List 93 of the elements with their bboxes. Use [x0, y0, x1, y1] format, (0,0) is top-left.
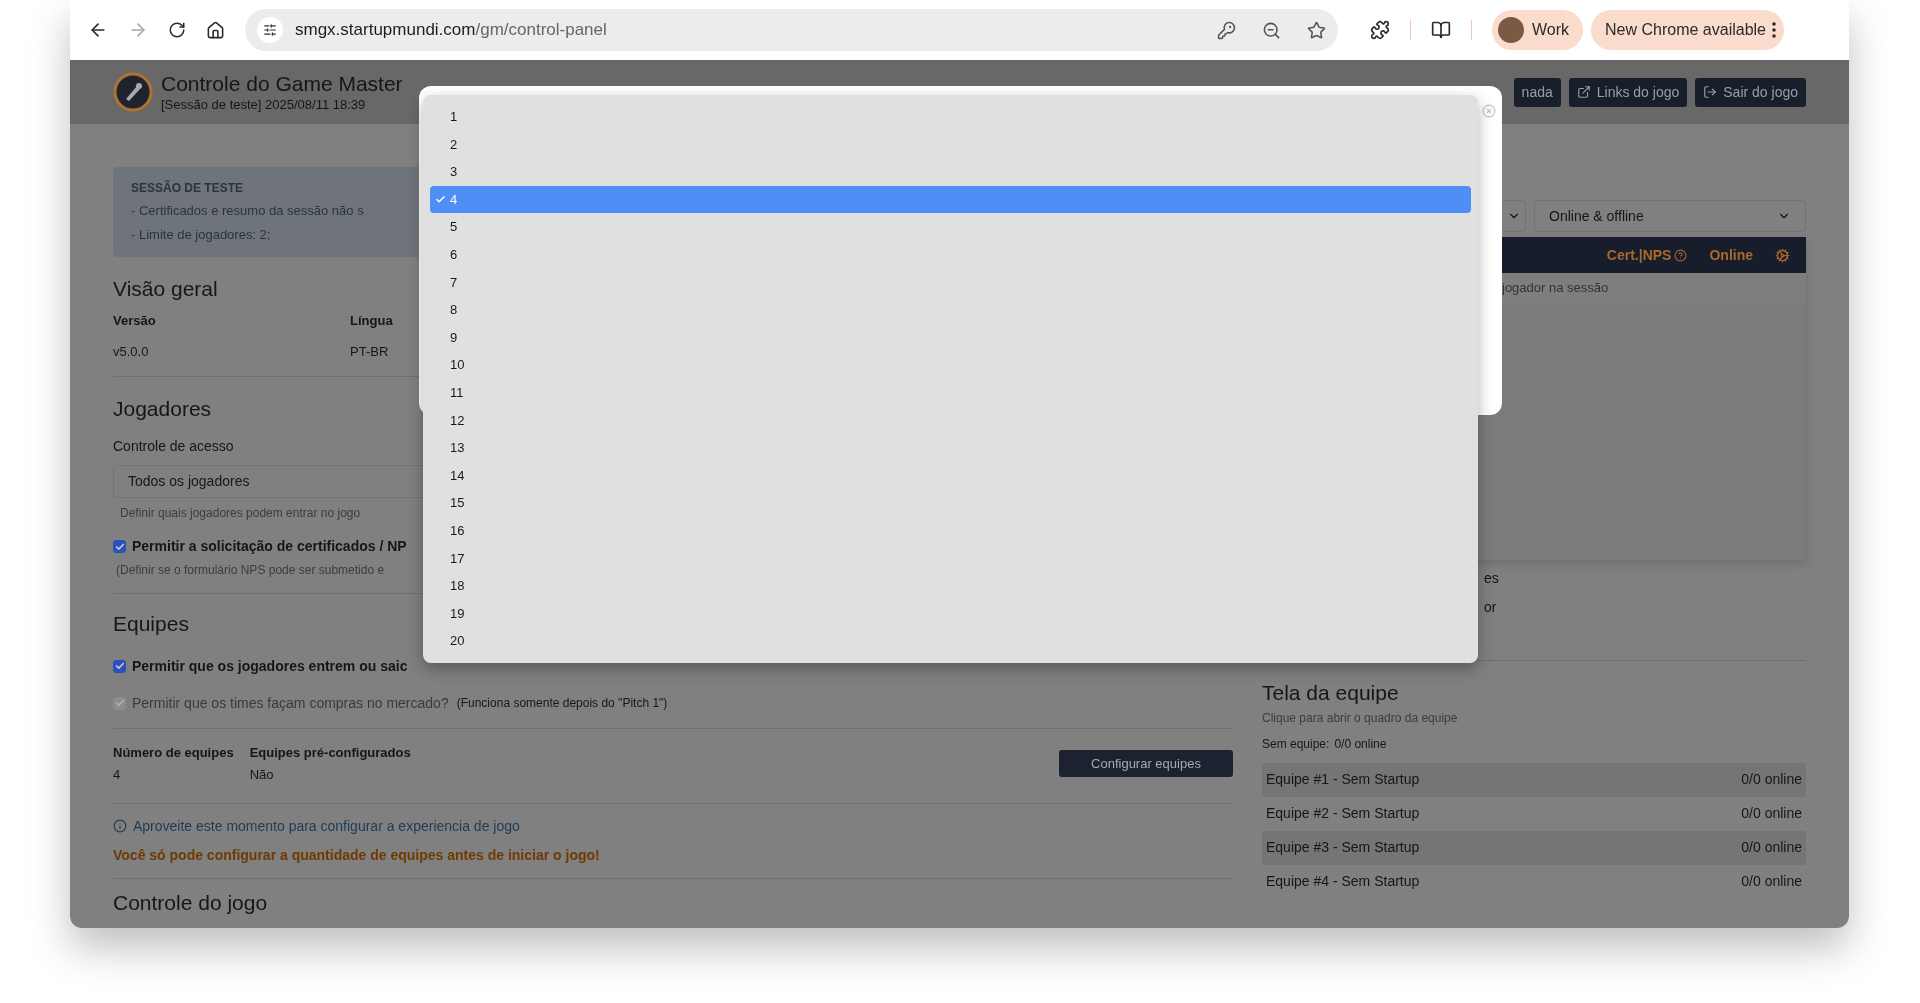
header-button[interactable]: Sair do jogo	[1695, 77, 1806, 107]
dropdown-option[interactable]: 11	[430, 378, 1471, 407]
header-button[interactable]: nada	[1513, 77, 1561, 107]
team-row[interactable]: Equipe #1 - Sem Startup 0/0 online	[1262, 762, 1806, 797]
dropdown-option[interactable]: 3	[430, 158, 1471, 186]
team-status: 0/0 online	[1741, 804, 1802, 823]
reload-icon[interactable]	[168, 21, 186, 39]
avatar-icon	[1498, 17, 1524, 43]
checkbox-label: Permitir a solicitação de certificados / NP	[132, 537, 407, 556]
option-note: (Funciona somente depois do "Pitch 1")	[456, 695, 668, 712]
section-heading: Equipes	[113, 611, 189, 637]
status-filter-select[interactable]: Online & offline	[1534, 200, 1806, 232]
dropdown-option[interactable]: 18	[430, 572, 1471, 600]
menu-icon	[1772, 22, 1776, 38]
checkbox[interactable]	[113, 659, 126, 673]
team-row[interactable]: Equipe #4 - Sem Startup 0/0 online	[1262, 864, 1806, 899]
field-value: PT-BR	[350, 343, 390, 361]
section-heading: Visão geral	[113, 276, 218, 302]
notice-line: - Limite de jogadores: 2;	[131, 225, 271, 244]
text-fragment: or	[1484, 598, 1497, 617]
no-team-label: Sem equipe:	[1262, 735, 1330, 753]
site-settings-icon[interactable]	[257, 17, 283, 43]
field-label: Versão	[113, 311, 157, 330]
team-row[interactable]: Equipe #2 - Sem Startup 0/0 online	[1262, 796, 1806, 831]
external-link-icon	[1576, 85, 1591, 99]
section-heading: Jogadores	[113, 395, 212, 422]
field-label: Número de equipes	[113, 743, 234, 762]
no-team-status: 0/0 online	[1334, 735, 1387, 753]
emblem-icon	[113, 72, 153, 112]
configure-teams-button[interactable]: Configurar equipes	[1059, 750, 1233, 777]
field-value: v5.0.0	[113, 343, 150, 361]
dropdown-option[interactable]: 12	[430, 406, 1471, 435]
info-icon	[113, 819, 127, 833]
dropdown-option[interactable]: 6	[430, 240, 1471, 269]
dropdown-option[interactable]: 14	[430, 461, 1471, 490]
dropdown-option[interactable]: 2	[430, 130, 1471, 159]
extensions-icon[interactable]	[1370, 20, 1390, 40]
profile-button[interactable]: Work	[1492, 10, 1584, 50]
settings-icon[interactable]	[1775, 247, 1790, 263]
text-fragment: es	[1484, 569, 1499, 588]
field-value: Não	[249, 766, 275, 784]
notice-line: - Certificados e resumo da sessão não s	[131, 202, 364, 220]
checkbox-label: Permitir que os times façam compras no mercado?	[132, 693, 449, 713]
column-header: Cert.|NPS	[1606, 244, 1688, 266]
dropdown-option[interactable]: 8	[430, 296, 1471, 324]
team-status: 0/0 online	[1741, 838, 1802, 857]
team-name: Equipe #1 - Sem Startup	[1266, 770, 1420, 789]
url-text: smgx.startupmundi.com/gm/control-panel	[295, 19, 607, 42]
checkbox[interactable]	[113, 540, 126, 553]
zoom-out-icon[interactable]	[1262, 20, 1281, 40]
team-status: 0/0 online	[1741, 770, 1802, 789]
page-title: Controle do Game Master	[161, 70, 403, 97]
field-label: Língua	[350, 311, 394, 330]
update-button[interactable]: New Chrome available	[1591, 10, 1784, 50]
warning-text: Você só pode configurar a quantidade de equipes antes de iniciar o jogo!	[113, 845, 600, 865]
field-label: Controle de acesso	[113, 437, 234, 456]
empty-table-text: jogador na sessão	[1502, 279, 1609, 298]
section-heading: Tela da equipe	[1262, 680, 1399, 706]
home-icon[interactable]	[206, 20, 225, 40]
dropdown-option[interactable]: 17	[430, 544, 1471, 573]
team-name: Equipe #2 - Sem Startup	[1266, 804, 1420, 823]
section-heading: Controle do jogo	[113, 889, 268, 916]
dropdown-option[interactable]: 1	[430, 103, 1471, 131]
dropdown-option[interactable]: 16	[430, 516, 1471, 545]
dropdown-option[interactable]: 19	[430, 599, 1471, 628]
bookmark-star-icon[interactable]	[1307, 20, 1326, 40]
info-text: Aproveite este momento para configurar a experiencia de jogo	[133, 816, 520, 836]
section-subtitle: Clique para abrir o quadro da equipe	[1262, 709, 1458, 727]
field-value: 4	[113, 766, 122, 784]
dropdown-option[interactable]: 20	[430, 627, 1471, 655]
dropdown-option[interactable]: 13	[430, 434, 1471, 462]
dropdown-option[interactable]: 7	[430, 268, 1471, 297]
dropdown-option[interactable]: 10	[430, 351, 1471, 379]
team-name: Equipe #3 - Sem Startup	[1266, 838, 1420, 857]
team-row[interactable]: Equipe #3 - Sem Startup 0/0 online	[1262, 830, 1806, 865]
exit-icon	[1703, 85, 1718, 99]
checkbox-label: Permitir que os jogadores entrem ou saic	[132, 656, 408, 676]
team-name: Equipe #4 - Sem Startup	[1266, 872, 1420, 891]
dropdown-option[interactable]: 9	[430, 323, 1471, 352]
dropdown-option[interactable]: 15	[430, 489, 1471, 517]
help-icon[interactable]	[1674, 248, 1688, 262]
reading-mode-icon[interactable]	[1431, 20, 1451, 40]
column-header: Online	[1709, 245, 1753, 265]
session-subtitle: [Sessão de teste] 2025/08/11 18:39	[161, 97, 367, 114]
option-hint: (Definir se o formulário NPS pode ser submetido e	[116, 562, 386, 579]
dropdown-option[interactable]: 5	[430, 213, 1471, 241]
key-icon[interactable]	[1217, 20, 1236, 40]
team-status: 0/0 online	[1741, 872, 1802, 891]
field-hint: Definir quais jogadores podem entrar no jogo	[120, 505, 361, 522]
header-button[interactable]: Links do jogo	[1568, 77, 1688, 107]
notice-title: SESSÃO DE TESTE	[131, 179, 244, 197]
address-bar[interactable]: smgx.startupmundi.com/gm/control-panel	[245, 9, 1338, 51]
field-label: Equipes pré-configurados	[249, 743, 411, 762]
